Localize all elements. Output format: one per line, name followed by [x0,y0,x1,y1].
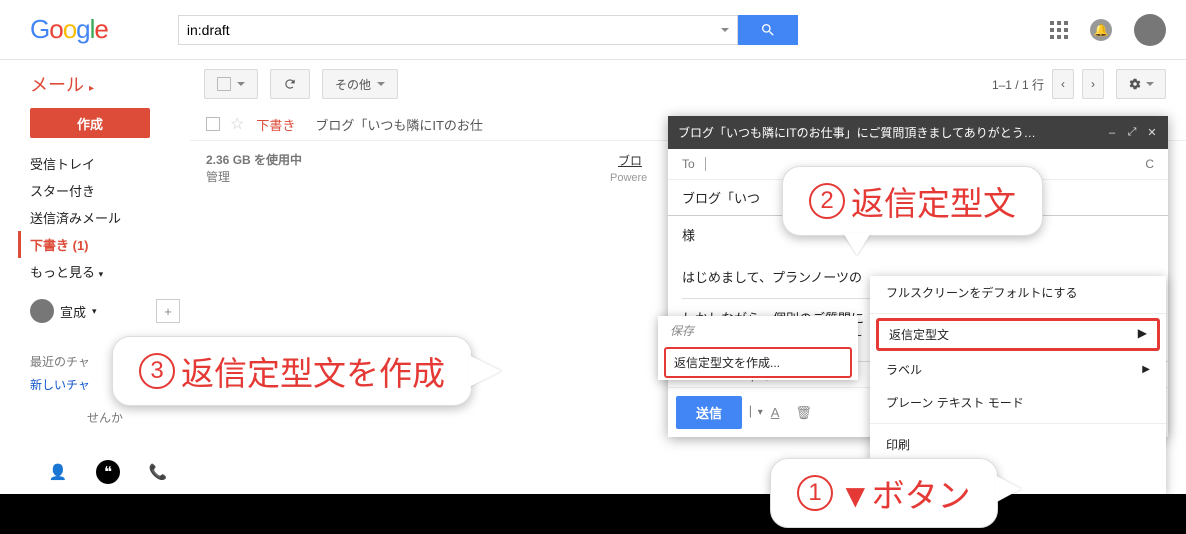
add-contact-button[interactable]: + [156,299,180,323]
draft-tag: 下書き [256,115,295,134]
contacts-tab-icon[interactable]: 👤 [48,462,68,482]
next-page-button[interactable]: › [1082,69,1104,99]
footer-link[interactable]: ブロ [618,152,642,169]
search-button[interactable] [738,15,798,45]
prev-page-button[interactable]: ‹ [1052,69,1074,99]
menu-fullscreen[interactable]: フルスクリーンをデフォルトにする [870,276,1166,309]
toolbar: メール ▸ その他 1–1 / 1 行 ‹ › [0,60,1186,108]
callout-3: 3返信定型文を作成 [112,336,472,406]
menu-label[interactable]: ラベル▶ [870,353,1166,386]
notifications-icon[interactable]: 🔔 [1090,19,1112,41]
gear-icon [1128,77,1142,91]
refresh-button[interactable] [270,69,310,99]
nav-starred[interactable]: スター付き [30,177,180,204]
select-checkbox-dropdown[interactable] [204,69,258,99]
canned-submenu: 保存 返信定型文を作成... [658,316,858,380]
submenu-create-canned[interactable]: 返信定型文を作成... [664,347,852,378]
powered-text: Powere [610,172,647,184]
phone-tab-icon[interactable]: 📞 [148,462,168,482]
pager: 1–1 / 1 行 ‹ › [992,69,1104,99]
hangouts-tab-icon[interactable]: ❝ [96,460,120,484]
search-box[interactable] [178,15,738,45]
submenu-header-save: 保存 [658,316,858,345]
hangouts-tabs: 👤 ❝ 📞 [48,460,168,484]
nav-drafts[interactable]: 下書き (1) [18,231,180,258]
nav-inbox[interactable]: 受信トレイ [30,150,180,177]
search-icon [760,22,776,38]
nav-sent[interactable]: 送信済みメール [30,204,180,231]
settings-button[interactable] [1116,69,1166,99]
search-input[interactable] [187,22,721,38]
senka-text: せんか [30,409,180,426]
row-checkbox[interactable] [206,117,220,131]
minimize-icon[interactable]: – [1106,127,1118,139]
compose-titlebar[interactable]: ブログ「いつも隣にITのお仕事」にご質問頂きましてありがとう… – ⤢ ✕ [668,116,1168,149]
search-area [178,15,798,45]
header: Google 🔔 [0,0,1186,60]
apps-icon[interactable] [1050,21,1068,39]
compose-button[interactable]: 作成 [30,108,150,138]
nav-more[interactable]: もっと見る ▾ [30,258,180,285]
discard-icon[interactable]: 🗑 [795,405,812,421]
row-subject: ブログ「いつも隣にITのお仕 [315,115,483,134]
send-button[interactable]: 送信 [676,396,742,429]
callout-2: 2返信定型文 [782,166,1043,236]
search-options-caret-icon[interactable] [721,28,729,32]
google-logo[interactable]: Google [30,14,108,45]
compose-title: ブログ「いつも隣にITのお仕事」にご質問頂きましてありがとう… [678,124,1098,141]
refresh-icon [283,77,297,91]
sidebar: 作成 受信トレイ スター付き 送信済みメール 下書き (1) もっと見る ▾ 宣… [0,108,190,494]
popout-icon[interactable]: ⤢ [1126,127,1138,139]
callout-1: 1▼ボタン [770,458,998,528]
account-avatar[interactable] [1134,14,1166,46]
page-info: 1–1 / 1 行 [992,76,1044,93]
menu-plain-text[interactable]: プレーン テキスト モード [870,386,1166,419]
header-right: 🔔 [1050,14,1166,46]
hangouts-user[interactable]: 宣成▾ + [30,299,180,323]
close-icon[interactable]: ✕ [1146,127,1158,139]
more-button[interactable]: その他 [322,69,398,99]
star-icon[interactable]: ☆ [230,114,244,134]
menu-print[interactable]: 印刷 [870,428,1166,461]
menu-canned-responses[interactable]: 返信定型文▶ [876,318,1160,351]
mail-dropdown[interactable]: メール ▸ [30,71,94,97]
mini-avatar [30,299,54,323]
format-toggle-icon[interactable]: A [771,405,780,420]
